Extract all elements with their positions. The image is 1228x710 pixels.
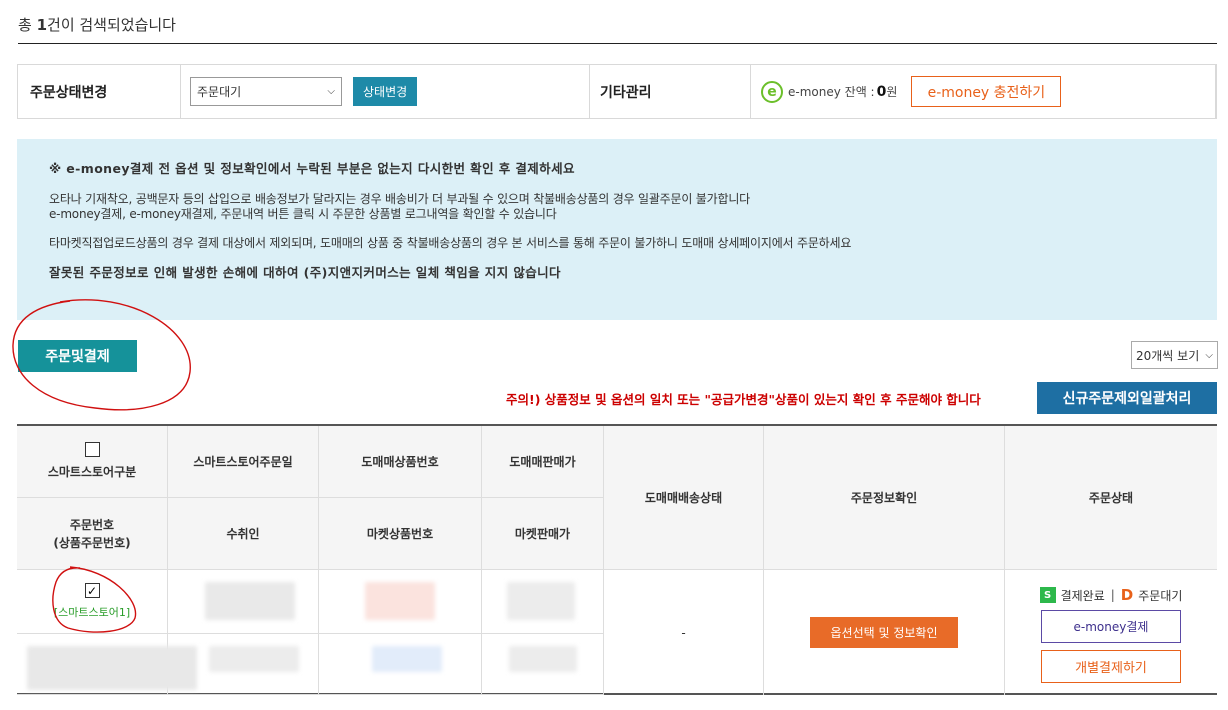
redacted-market-product-no <box>372 646 442 672</box>
emoney-balance-amount: 0 <box>876 83 887 100</box>
order-status-text: 주문대기 <box>1138 588 1183 603</box>
order-table: 스마트스토어구분 스마트스토어주문일 도매매상품번호 도매매판매가 도매매배송상… <box>17 424 1217 695</box>
chevron-down-icon: ⌵ <box>327 86 335 97</box>
result-count: 총 1건이 검색되었습니다 <box>18 14 176 35</box>
order-and-pay-button[interactable]: 주문및결제 <box>18 340 137 372</box>
result-suffix: 건이 검색되었습니다 <box>47 16 176 34</box>
bulk-exclude-new-orders-button[interactable]: 신규주문제외일괄처리 <box>1037 382 1217 414</box>
notice-line-2: 오타나 기재착오, 공백문자 등의 삽입으로 배송정보가 달라지는 경우 배송비… <box>49 192 751 206</box>
redacted-order-no <box>27 646 197 690</box>
result-number: 1 <box>36 16 48 34</box>
redacted-recipient <box>209 646 299 672</box>
header-order-no-line2: (상품주문번호) <box>53 535 131 550</box>
chevron-down-icon: ⌵ <box>1205 349 1213 361</box>
row-checkbox[interactable]: ✓ <box>84 583 100 598</box>
header-dome-shipping: 도매매배송상태 <box>604 426 764 570</box>
status-change-button[interactable]: 상태변경 <box>353 77 418 106</box>
status-line: S 결제완료 | D 주문대기 <box>1039 586 1183 604</box>
header-order-date: 스마트스토어주문일 <box>168 426 319 498</box>
redacted-dome-price <box>507 582 575 620</box>
domeme-d-icon: D <box>1120 586 1134 604</box>
order-status-select-value: 주문대기 <box>197 85 242 99</box>
smartstore-s-icon: S <box>1039 587 1056 603</box>
notice-line-3: e-money결제, e-money재결제, 주문내역 버튼 클릭 시 주문한 … <box>49 207 557 221</box>
header-order-no: 주문번호 (상품주문번호) <box>17 498 168 570</box>
row-select-cell: ✓ [스마트스토어1] <box>17 570 168 634</box>
header-recipient: 수취인 <box>168 498 319 570</box>
shipping-status-value: - <box>681 625 686 640</box>
order-status-cell: S 결제완료 | D 주문대기 e-money결제 개별결제하기 <box>1005 570 1217 695</box>
etc-management-label: 기타관리 <box>590 65 751 118</box>
order-warning-text: 주의!) 상품정보 및 옵션의 일치 또는 "공급가변경"상품이 있는지 확인 … <box>506 392 981 407</box>
header-divider <box>18 43 1217 44</box>
per-page-select[interactable]: 20개씩 보기 ⌵ <box>1131 341 1218 369</box>
per-page-value: 20개씩 보기 <box>1136 348 1200 363</box>
header-order-no-line1: 주문번호 <box>69 517 115 532</box>
header-order-status: 주문상태 <box>1005 426 1217 570</box>
emoney-pay-button[interactable]: e-money결제 <box>1041 610 1181 643</box>
redacted-market-price <box>509 646 577 672</box>
select-all-checkbox[interactable] <box>84 442 100 457</box>
notice-line-5: 잘못된 주문정보로 인해 발생한 손해에 대하여 (주)지앤지커머스는 일체 책… <box>49 265 561 280</box>
redacted-dome-product-no <box>365 582 435 620</box>
header-dome-price: 도매매판매가 <box>482 426 604 498</box>
header-market-price: 마켓판매가 <box>482 498 604 570</box>
notice-box: ※ e-money결제 전 옵션 및 정보확인에서 누락된 부분은 없는지 다시… <box>17 139 1217 320</box>
order-status-select[interactable]: 주문대기 ⌵ <box>190 77 342 106</box>
header-store-type: 스마트스토어구분 <box>17 426 168 498</box>
store-tag: [스마트스토어1] <box>53 606 131 619</box>
status-separator: | <box>1110 588 1115 602</box>
header-store-type-label: 스마트스토어구분 <box>47 465 137 479</box>
notice-line-1: ※ e-money결제 전 옵션 및 정보확인에서 누락된 부분은 없는지 다시… <box>49 161 575 176</box>
header-dome-product-no: 도매매상품번호 <box>319 426 482 498</box>
emoney-charge-button[interactable]: e-money 충전하기 <box>911 76 1062 107</box>
order-info-cell: 옵션선택 및 정보확인 <box>764 570 1005 695</box>
redacted-order-date <box>205 582 295 620</box>
header-order-info: 주문정보확인 <box>764 426 1005 570</box>
emoney-balance-unit: 원 <box>886 85 898 99</box>
payment-status-text: 결제완료 <box>1060 588 1105 603</box>
option-select-info-button[interactable]: 옵션선택 및 정보확인 <box>810 617 958 648</box>
emoney-icon: e <box>761 80 783 103</box>
status-bar: 주문상태변경 주문대기 ⌵ 상태변경 기타관리 e e-money 잔액 : 0… <box>17 64 1217 119</box>
emoney-panel: e e-money 잔액 : 0 원 e-money 충전하기 <box>751 65 1216 118</box>
order-status-change-label: 주문상태변경 <box>18 65 181 118</box>
notice-line-4: 타마켓직접업로드상품의 경우 결제 대상에서 제외되며, 도매매의 상품 중 착… <box>49 236 852 250</box>
individual-pay-button[interactable]: 개별결제하기 <box>1041 650 1181 683</box>
result-prefix: 총 <box>18 16 37 34</box>
header-market-product-no: 마켓상품번호 <box>319 498 482 570</box>
emoney-balance-label: e-money 잔액 : <box>788 85 875 99</box>
status-change-controls: 주문대기 ⌵ 상태변경 <box>181 65 590 118</box>
dome-shipping-cell: - <box>604 570 764 695</box>
